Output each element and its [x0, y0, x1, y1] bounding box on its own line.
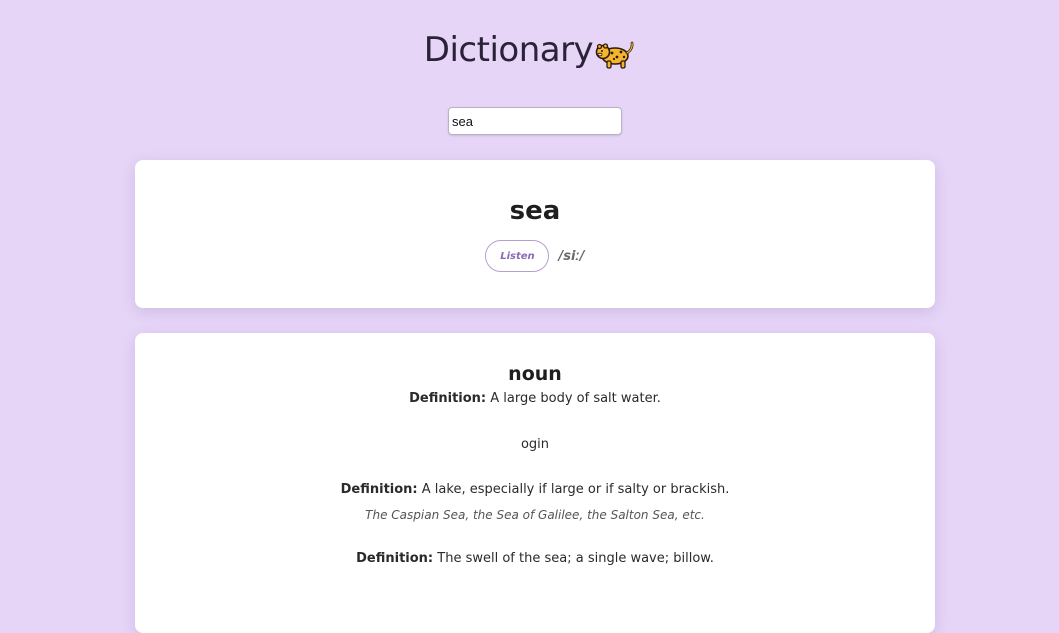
leopard-icon — [595, 39, 635, 75]
search-wrapper — [448, 107, 622, 135]
definition: Definition: A large body of salt water. — [135, 390, 935, 408]
pronunciation-row: Listen /siː/ — [135, 240, 935, 272]
search-input[interactable] — [448, 107, 622, 135]
word-card: sea Listen /siː/ — [135, 160, 935, 308]
definition: Definition: A lake, especially if large … — [135, 481, 935, 499]
example-text: The Caspian Sea, the Sea of Galilee, the… — [365, 508, 705, 522]
phonetic-text: /siː/ — [558, 248, 585, 264]
definition: Definition: The swell of the sea; a sing… — [135, 550, 935, 568]
meaning-card: noun Definition: A large body of salt wa… — [135, 333, 935, 633]
definition-text: A large body of salt water. — [490, 391, 661, 406]
listen-button[interactable]: Listen — [485, 240, 550, 272]
definition-label: Definition: — [356, 551, 434, 566]
definition-label: Definition: — [409, 391, 487, 406]
word-heading: sea — [509, 196, 561, 226]
plain-text: ogin — [520, 437, 550, 452]
page-title: Dictionary — [423, 30, 594, 70]
definition-text: The swell of the sea; a single wave; bil… — [437, 551, 714, 566]
definition-text: A lake, especially if large or if salty … — [421, 482, 730, 497]
part-of-speech: noun — [508, 363, 562, 385]
app-header: Dictionary — [0, 30, 1059, 75]
definition-label: Definition: — [340, 482, 418, 497]
